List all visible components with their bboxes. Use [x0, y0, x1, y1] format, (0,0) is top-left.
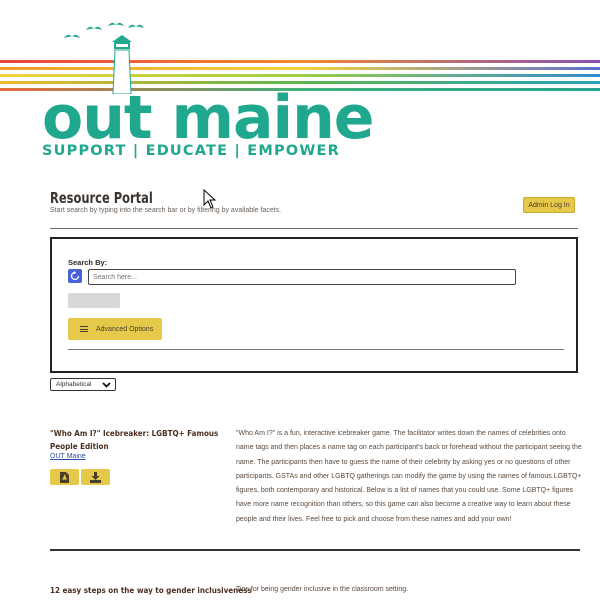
result-author-link[interactable]: OUT Maine	[50, 453, 86, 460]
advanced-options-button[interactable]: Advanced Options	[68, 318, 162, 340]
logo-tagline: SUPPORT | EDUCATE | EMPOWER	[42, 143, 340, 159]
search-input[interactable]	[88, 269, 516, 285]
search-divider	[68, 349, 564, 350]
result-description: "Who Am I?" is a fun, interactive icebre…	[236, 430, 582, 523]
download-icon	[90, 471, 101, 483]
birds-icon	[64, 22, 144, 38]
divider	[50, 228, 578, 229]
search-refresh-button[interactable]	[68, 269, 82, 283]
page-title: Resource Portal	[50, 189, 153, 207]
download-button[interactable]	[81, 469, 110, 485]
refresh-icon	[70, 271, 80, 281]
page-subtitle: Start search by typing into the search b…	[50, 207, 282, 214]
mouse-cursor-icon	[203, 189, 217, 209]
search-label: Search By:	[68, 258, 108, 267]
sort-select-value: Alphabetical	[56, 381, 92, 388]
result-divider	[50, 549, 580, 551]
pdf-icon	[60, 471, 69, 483]
advanced-options-label: Advanced Options	[96, 325, 154, 333]
result-description: Tips for being gender inclusive in the c…	[236, 586, 409, 593]
result-title[interactable]: "Who Am I?" Icebreaker: LGBTQ+ Famous Pe…	[50, 427, 220, 453]
logo-wordmark[interactable]: out maine	[42, 86, 374, 150]
sort-select[interactable]: Alphabetical	[50, 378, 116, 391]
chevron-down-icon	[102, 382, 111, 388]
search-submit-button[interactable]	[68, 293, 120, 308]
menu-icon	[80, 326, 88, 332]
admin-login-button[interactable]: Admin Log In	[523, 197, 575, 213]
search-panel: Search By: Advanced Options	[50, 237, 578, 373]
site-header: out maine SUPPORT | EDUCATE | EMPOWER	[0, 0, 600, 170]
result-title[interactable]: 12 easy steps on the way to gender inclu…	[50, 584, 252, 597]
pdf-button[interactable]	[50, 469, 79, 485]
